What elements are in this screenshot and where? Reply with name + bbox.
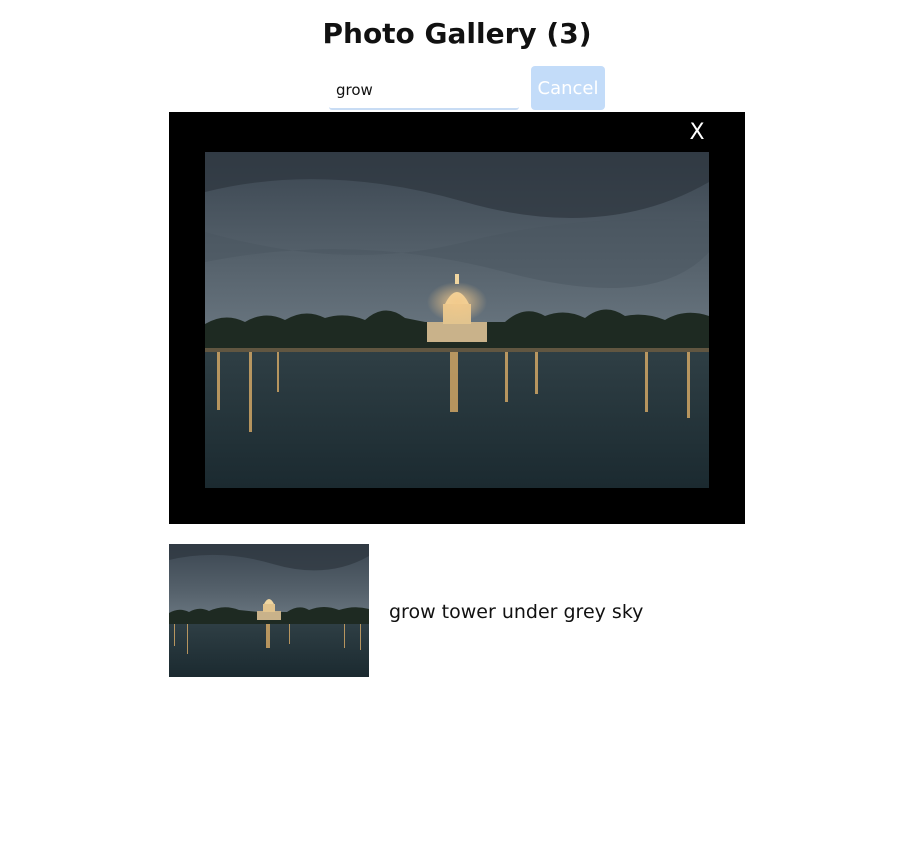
capitol-reflection-photo [205,152,709,488]
list-item[interactable]: grow tower under grey sky [169,544,745,677]
photo-viewer-modal: X [169,112,745,524]
close-button[interactable]: X [685,118,709,148]
capitol-reflection-thumbnail[interactable] [169,544,369,677]
photo-caption: grow tower under grey sky [389,601,644,623]
search-input[interactable] [329,72,519,110]
page-title: Photo Gallery (3) [322,17,592,50]
cancel-button[interactable]: Cancel [531,66,605,110]
photo-gallery-page: Photo Gallery (3) Cancel X [0,0,923,850]
